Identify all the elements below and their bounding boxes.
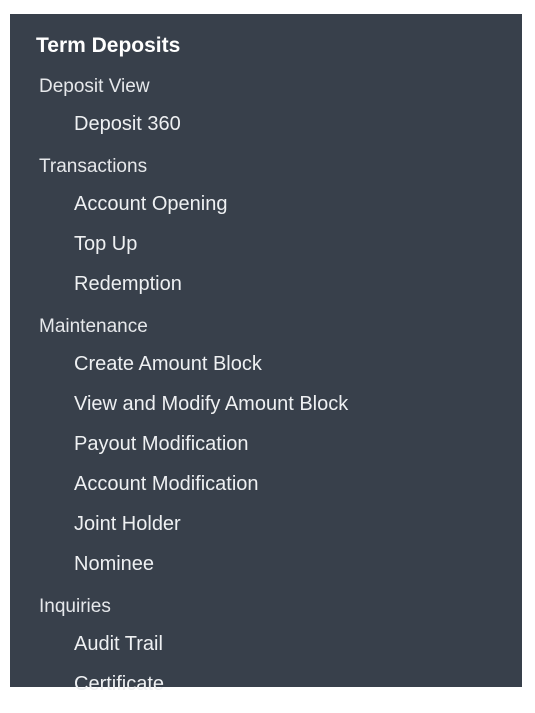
menu-item-audit-trail[interactable]: Audit Trail [74,632,163,657]
menu-item-view-modify-amount-block[interactable]: View and Modify Amount Block [74,392,348,417]
section-inquiries: Inquiries [39,596,111,617]
menu-item-account-modification[interactable]: Account Modification [74,472,259,497]
menu-item-create-amount-block[interactable]: Create Amount Block [74,352,262,377]
menu-item-deposit-360[interactable]: Deposit 360 [74,112,181,137]
section-maintenance: Maintenance [39,316,148,337]
section-transactions: Transactions [39,156,148,177]
menu-item-nominee[interactable]: Nominee [74,552,154,577]
menu-title: Term Deposits [36,34,181,57]
term-deposits-menu: Term Deposits Deposit View Deposit 360 T… [10,14,522,695]
menu-item-redemption[interactable]: Redemption [74,272,182,297]
menu-item-payout-modification[interactable]: Payout Modification [74,432,249,457]
menu-item-account-opening[interactable]: Account Opening [74,192,227,217]
menu-item-joint-holder[interactable]: Joint Holder [74,512,181,537]
menu-item-top-up[interactable]: Top Up [74,232,137,257]
section-deposit-view: Deposit View [39,76,150,97]
menu-item-certificate[interactable]: Certificate [74,672,164,697]
